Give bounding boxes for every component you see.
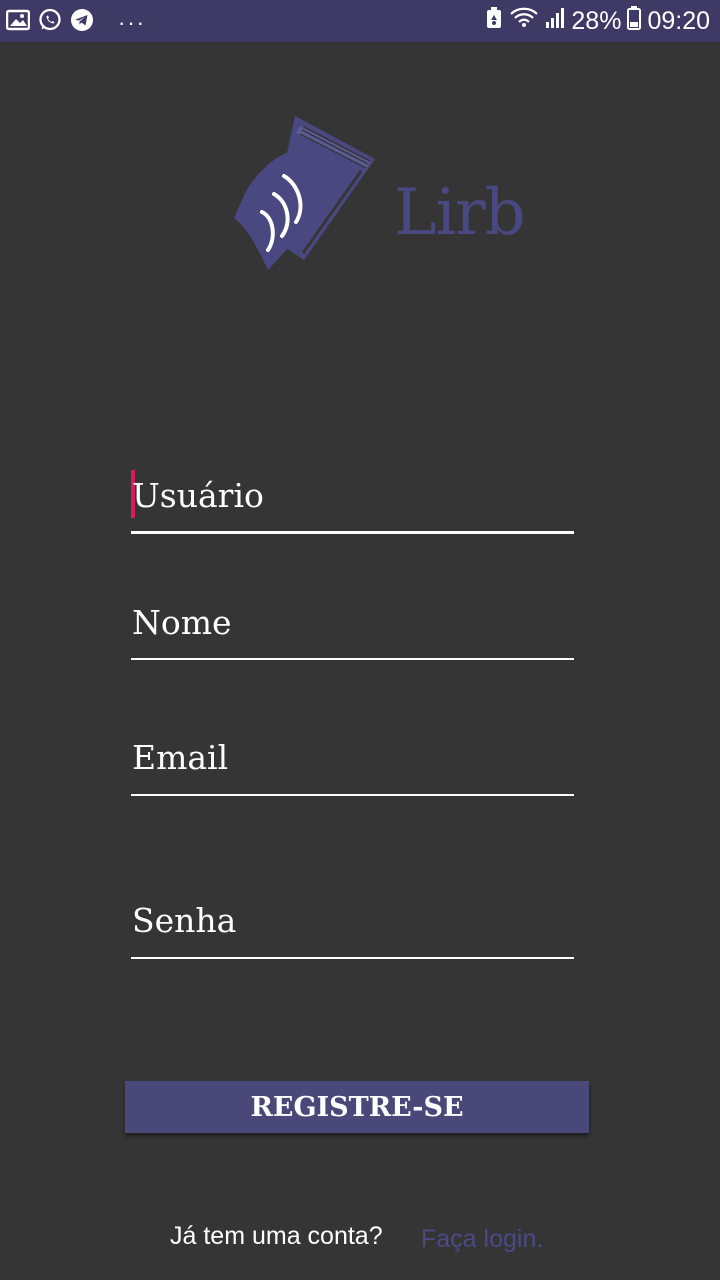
recycle-icon — [485, 6, 503, 37]
battery-percent: 28% — [571, 7, 622, 35]
password-field[interactable]: Senha — [131, 898, 574, 960]
register-screen: ··· 28% 09:20 Lirb Usuário Nome Email Se… — [0, 0, 720, 1280]
name-placeholder: Nome — [132, 603, 232, 642]
username-field[interactable]: Usuário — [131, 470, 574, 536]
wifi-icon — [509, 6, 539, 37]
email-placeholder: Email — [132, 738, 229, 777]
whatsapp-icon — [38, 8, 62, 37]
notification-icons: ··· — [5, 8, 146, 37]
telegram-icon — [70, 8, 94, 37]
name-field[interactable]: Nome — [131, 600, 574, 662]
battery-icon — [627, 6, 642, 37]
more-notifications-icon: ··· — [118, 9, 146, 35]
email-underline — [131, 794, 574, 796]
username-placeholder: Usuário — [132, 476, 264, 515]
username-underline — [131, 531, 574, 534]
login-link[interactable]: Faça login. — [421, 1225, 543, 1254]
app-name: Lirb — [394, 176, 526, 250]
login-prompt-text: Já tem uma conta? — [170, 1222, 383, 1250]
gallery-icon — [5, 9, 31, 36]
login-prompt: Já tem uma conta? Faça login. — [0, 1220, 720, 1260]
book-icon — [234, 116, 375, 270]
system-status: 28% 09:20 — [485, 6, 710, 37]
name-underline — [131, 658, 574, 660]
email-field[interactable]: Email — [131, 736, 574, 798]
password-underline — [131, 957, 574, 959]
password-placeholder: Senha — [132, 901, 237, 940]
clock: 09:20 — [647, 7, 710, 35]
signal-icon — [545, 7, 565, 36]
register-button[interactable]: REGISTRE-SE — [125, 1081, 589, 1133]
status-bar: ··· 28% 09:20 — [0, 0, 720, 42]
